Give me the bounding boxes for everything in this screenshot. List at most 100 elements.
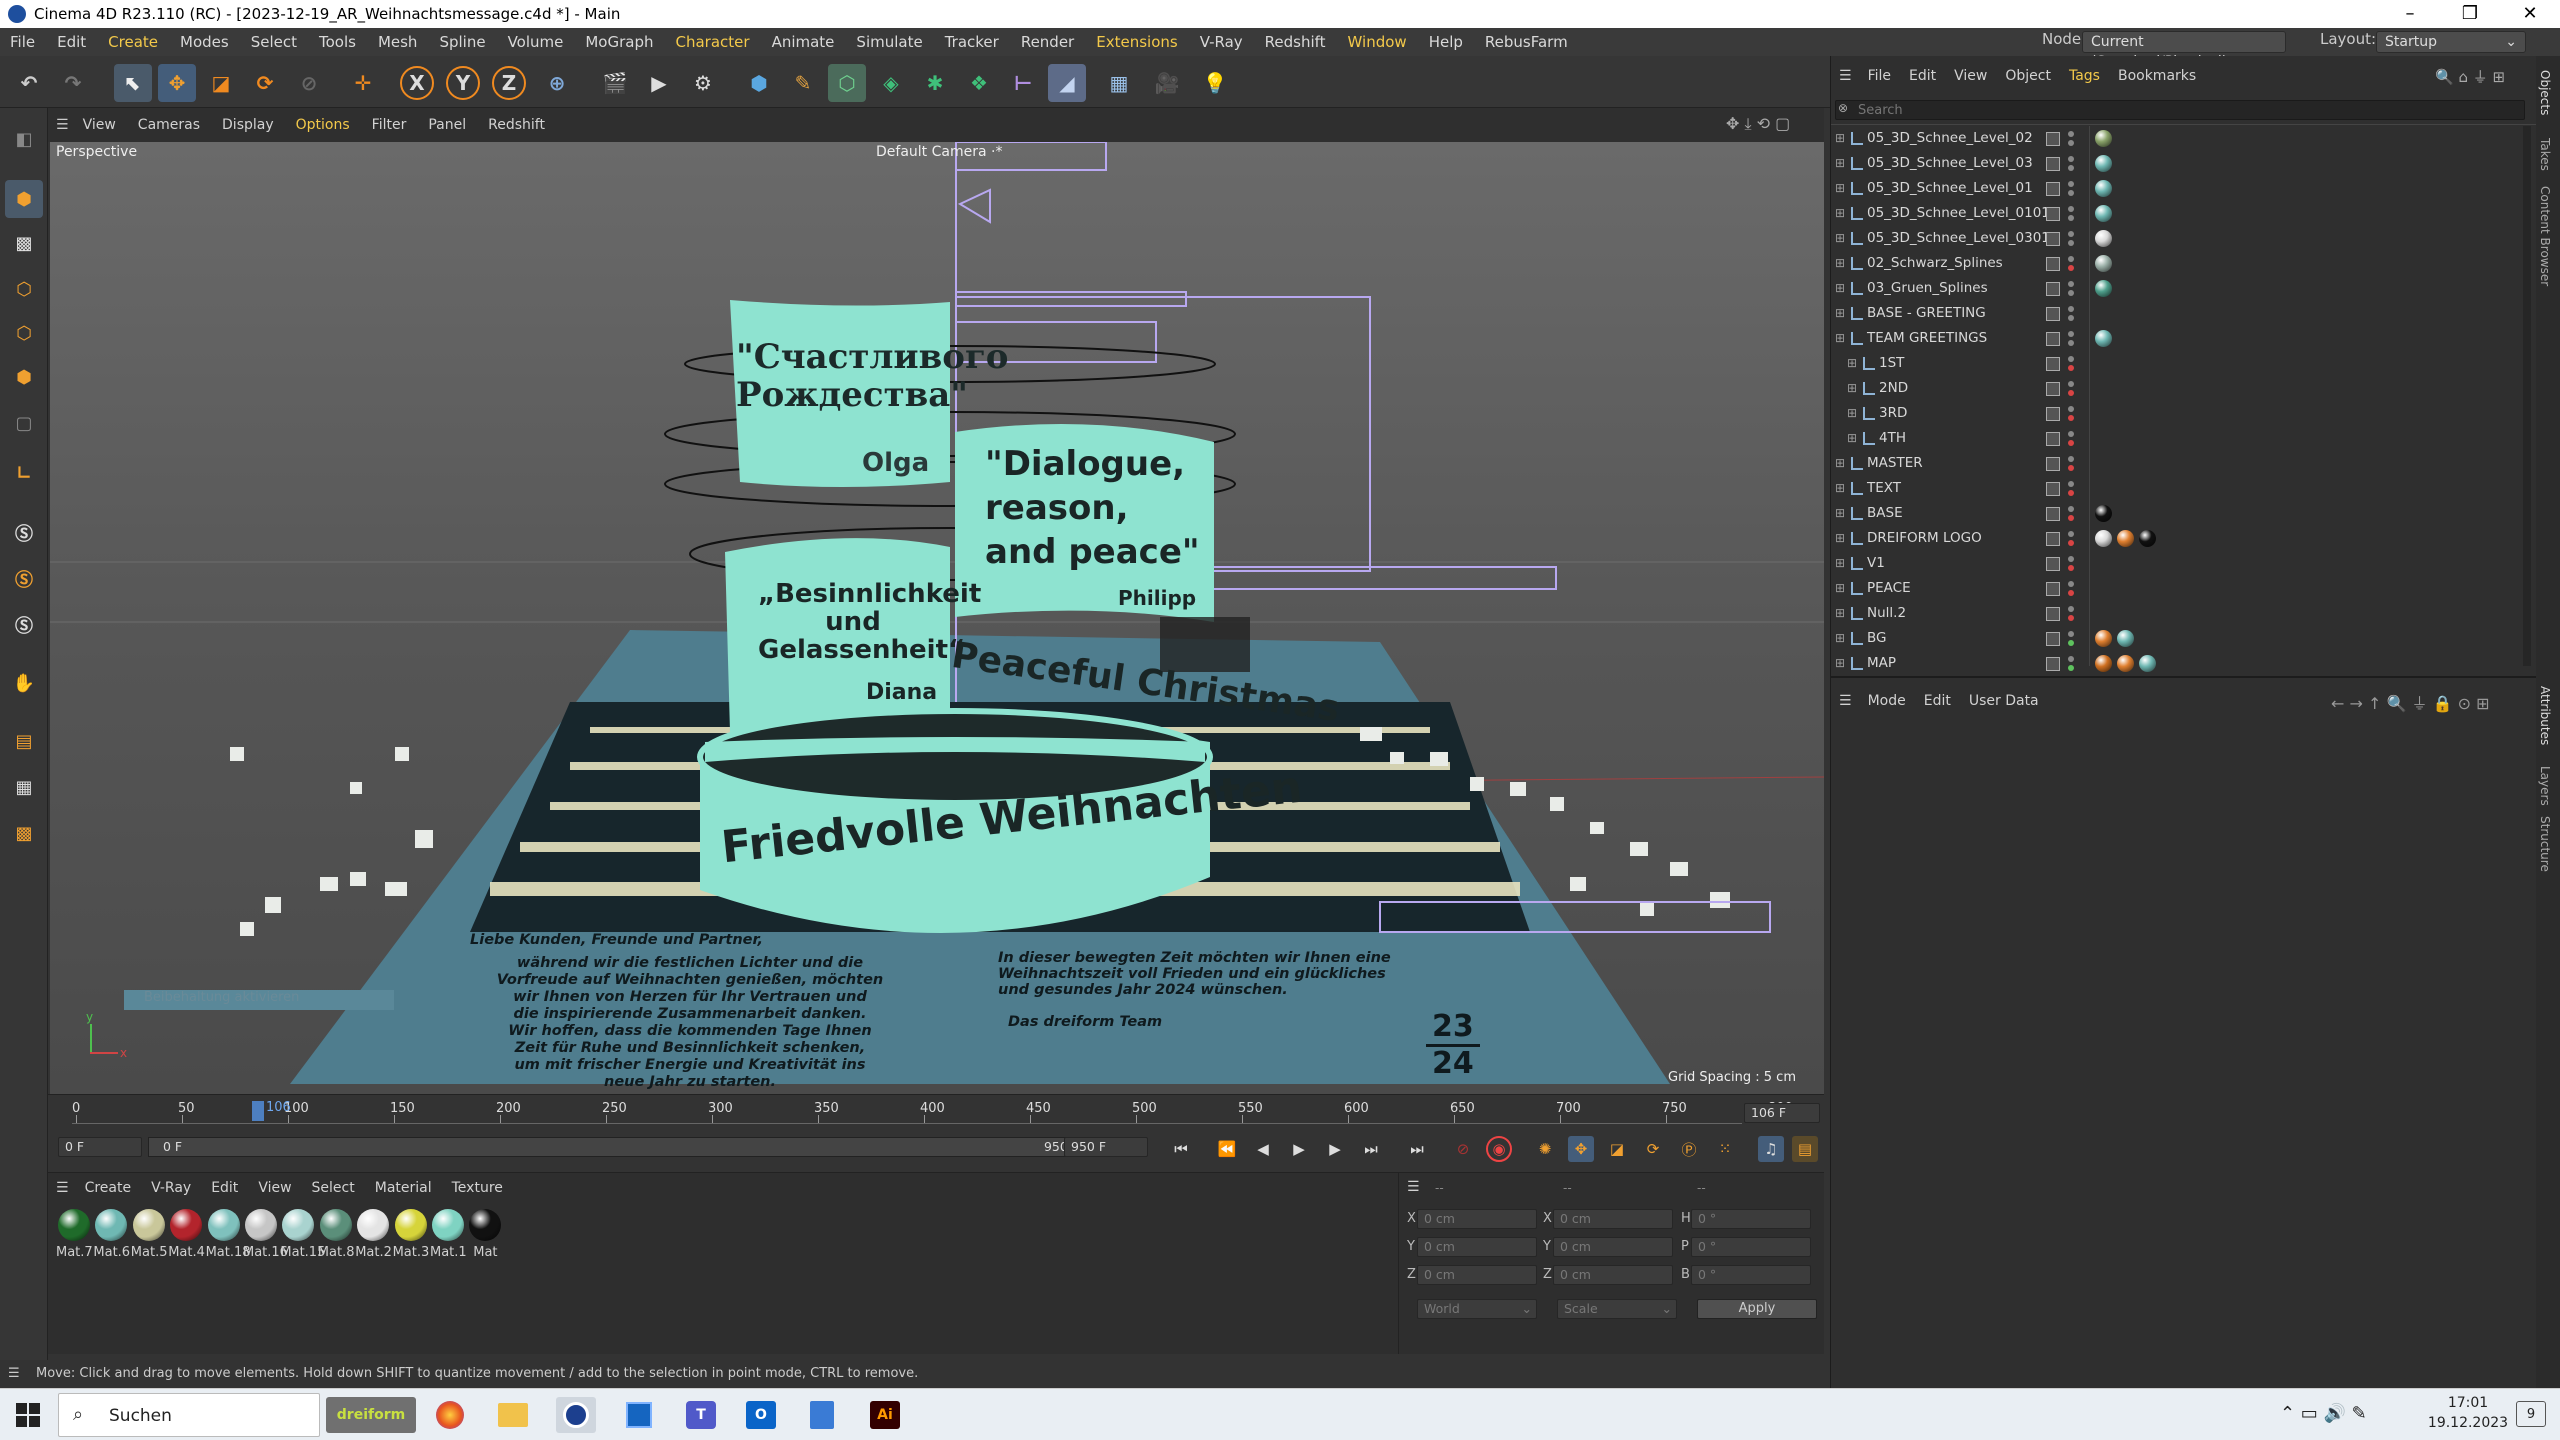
key-settings-icon[interactable]: ✺ [1532, 1136, 1558, 1162]
viewport-nav-icons[interactable]: ✥ ⤓ ⟲ ▢ [1726, 114, 1790, 134]
expand-icon[interactable]: ⊞ [1835, 301, 1845, 326]
notification-badge[interactable]: 9 [2516, 1401, 2546, 1427]
menu-create[interactable]: Create [108, 33, 158, 51]
material-swatch[interactable]: Mat.7 [56, 1209, 93, 1260]
material-menu-edit[interactable]: Edit [211, 1180, 238, 1196]
redo-icon[interactable]: ↷ [54, 64, 92, 102]
expand-icon[interactable]: ⊞ [1835, 201, 1845, 226]
object-row[interactable]: ⊞ 03_Gruen_Splines [1831, 276, 2537, 301]
expand-icon[interactable]: ⊞ [1847, 351, 1857, 376]
coord-value-field[interactable]: 0 ° [1691, 1209, 1811, 1229]
render-visibility-dot[interactable] [2068, 265, 2074, 271]
render-visibility-dot[interactable] [2068, 515, 2074, 521]
model-mode-icon[interactable]: ⬢ [5, 180, 43, 218]
scale-icon[interactable]: ◪ [202, 64, 240, 102]
light-icon[interactable]: 💡 [1196, 64, 1234, 102]
workplane-icon[interactable]: ▤ [5, 722, 43, 760]
material-swatch[interactable]: Mat.1 [430, 1209, 467, 1260]
tab-structure[interactable]: Structure [2538, 816, 2552, 872]
expand-icon[interactable]: ⊞ [1835, 151, 1845, 176]
editor-visibility-dot[interactable] [2068, 431, 2074, 437]
go-to-start-icon[interactable]: ⏮ [1168, 1136, 1194, 1162]
om-menu-edit[interactable]: Edit [1909, 68, 1936, 84]
editor-visibility-dot[interactable] [2068, 406, 2074, 412]
select-arrow-icon[interactable]: ⬉ [114, 64, 152, 102]
menu-simulate[interactable]: Simulate [856, 33, 922, 51]
render-visibility-dot[interactable] [2068, 590, 2074, 596]
scrollbar[interactable] [2523, 126, 2531, 666]
material-tag-icon[interactable] [2095, 130, 2112, 147]
editor-visibility-dot[interactable] [2068, 381, 2074, 387]
editor-visibility-dot[interactable] [2068, 306, 2074, 312]
object-row[interactable]: ⊞ BASE - GREETING [1831, 301, 2537, 326]
material-swatch[interactable]: Mat.6 [93, 1209, 130, 1260]
material-tag-icon[interactable] [2117, 655, 2134, 672]
z-axis-icon[interactable]: Z [492, 66, 526, 100]
undo-icon[interactable]: ↶ [10, 64, 48, 102]
layout-dropdown[interactable]: Startup ⌄ [2376, 31, 2526, 53]
material-menu-create[interactable]: Create [85, 1180, 132, 1196]
expand-icon[interactable]: ⊞ [1835, 551, 1845, 576]
material-tag-icon[interactable] [2095, 280, 2112, 297]
edges-mode-icon[interactable]: ⬡ [5, 314, 43, 352]
material-swatch[interactable]: Mat.2 [355, 1209, 392, 1260]
editor-visibility-dot[interactable] [2068, 531, 2074, 537]
extrude-generator-icon[interactable]: ◈ [872, 64, 910, 102]
editor-visibility-dot[interactable] [2068, 556, 2074, 562]
move-icon[interactable]: ✥ [158, 64, 196, 102]
visibility-check-icon[interactable] [2046, 157, 2060, 171]
om-menu-file[interactable]: File [1868, 68, 1891, 84]
material-tag-icon[interactable] [2095, 630, 2112, 647]
expand-icon[interactable]: ⊞ [1835, 501, 1845, 526]
render-visibility-dot[interactable] [2068, 440, 2074, 446]
field-icon[interactable]: ◢ [1048, 64, 1086, 102]
menu-rebusfarm[interactable]: RebusFarm [1485, 33, 1568, 51]
render-visibility-dot[interactable] [2068, 640, 2074, 646]
key-param-icon[interactable]: Ⓟ [1676, 1136, 1702, 1162]
menu-mograph[interactable]: MoGraph [585, 33, 653, 51]
visibility-check-icon[interactable] [2046, 257, 2060, 271]
render-region-icon[interactable]: 🎬 [596, 64, 634, 102]
prev-frame-icon[interactable]: ◀ [1250, 1136, 1276, 1162]
render-visibility-dot[interactable] [2068, 615, 2074, 621]
deformer-icon[interactable]: ⊢ [1004, 64, 1042, 102]
material-swatch[interactable]: Mat.5 [131, 1209, 167, 1260]
object-row[interactable]: ⊞ TEXT [1831, 476, 2537, 501]
cloner-icon[interactable]: ✱ [916, 64, 954, 102]
visibility-check-icon[interactable] [2046, 657, 2060, 671]
om-toolbar-icons[interactable]: 🔍 ⌂ ⏚ ⊞ [2435, 66, 2505, 87]
editor-visibility-dot[interactable] [2068, 656, 2074, 662]
editor-visibility-dot[interactable] [2068, 281, 2074, 287]
menu-v-ray[interactable]: V-Ray [1200, 33, 1243, 51]
expand-icon[interactable]: ⊞ [1835, 526, 1845, 551]
material-swatch[interactable]: Mat [467, 1209, 503, 1260]
hamburger-menu-icon[interactable]: ☰ [56, 1180, 69, 1196]
coord-value-field[interactable]: 0 cm [1417, 1265, 1537, 1285]
menu-edit[interactable]: Edit [57, 33, 86, 51]
material-tag-icon[interactable] [2095, 205, 2112, 222]
visibility-check-icon[interactable] [2046, 407, 2060, 421]
camera-icon[interactable]: 🎥 [1148, 64, 1186, 102]
visibility-check-icon[interactable] [2046, 457, 2060, 471]
search-input[interactable] [1858, 102, 2508, 118]
object-row[interactable]: ⊞ BASE [1831, 501, 2537, 526]
editor-visibility-dot[interactable] [2068, 206, 2074, 212]
render-visibility-dot[interactable] [2068, 315, 2074, 321]
object-row[interactable]: ⊞ MASTER [1831, 451, 2537, 476]
visibility-check-icon[interactable] [2046, 132, 2060, 146]
object-row[interactable]: ⊞ 02_Schwarz_Splines [1831, 251, 2537, 276]
visibility-check-icon[interactable] [2046, 507, 2060, 521]
viewport-menu-view[interactable]: View [83, 117, 116, 133]
visibility-check-icon[interactable] [2046, 432, 2060, 446]
render-settings-icon[interactable]: ⚙ [684, 64, 722, 102]
hamburger-menu-icon[interactable]: ☰ [8, 1360, 20, 1388]
expand-icon[interactable]: ⊞ [1835, 651, 1845, 676]
expand-icon[interactable]: ⊞ [1835, 276, 1845, 301]
axis-mode-icon[interactable]: ∟ [5, 454, 43, 492]
close-button[interactable]: ✕ [2500, 0, 2560, 28]
material-swatch[interactable]: Mat.8 [318, 1209, 354, 1260]
object-row[interactable]: ⊞ PEACE [1831, 576, 2537, 601]
scale-dropdown[interactable]: Scale ⌄ [1557, 1299, 1677, 1319]
om-menu-tags[interactable]: Tags [2069, 68, 2100, 84]
fcurve-icon[interactable]: ▤ [1792, 1136, 1818, 1162]
